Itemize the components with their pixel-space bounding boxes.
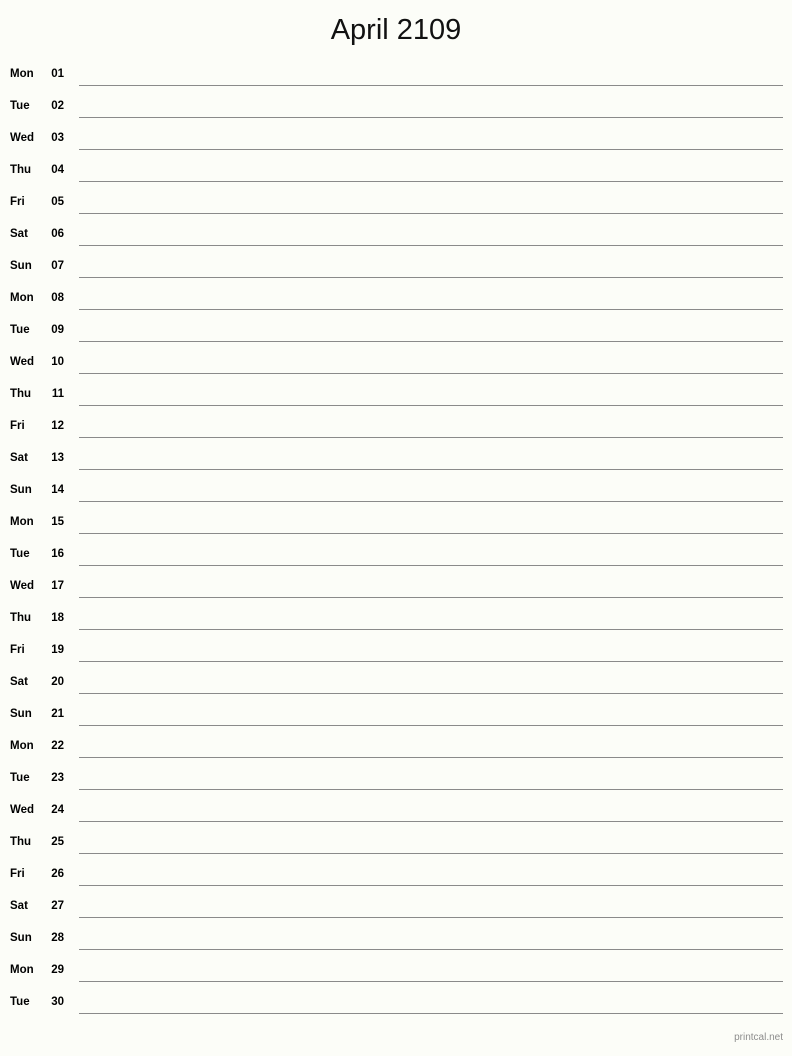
day-number: 24 (51, 804, 64, 816)
note-writing-line[interactable] (79, 917, 783, 918)
day-number: 19 (51, 644, 64, 656)
note-writing-line[interactable] (79, 117, 783, 118)
day-row: Mon 08 (0, 286, 792, 318)
note-writing-line[interactable] (79, 725, 783, 726)
day-row: Tue 16 (0, 542, 792, 574)
day-number: 21 (51, 708, 64, 720)
day-row: Mon 29 (0, 958, 792, 990)
day-row: Wed 03 (0, 126, 792, 158)
note-writing-line[interactable] (79, 213, 783, 214)
day-row-list: Mon 01 Tue 02 Wed 03 Thu 04 Fri 05 Sat 06 Sun 07 Mon 08… (0, 62, 792, 1022)
day-number: 16 (51, 548, 64, 560)
note-writing-line[interactable] (79, 853, 783, 854)
day-row: Sun 07 (0, 254, 792, 286)
day-row: Fri 12 (0, 414, 792, 446)
day-row: Wed 24 (0, 798, 792, 830)
day-number: 18 (51, 612, 64, 624)
day-number: 04 (51, 164, 64, 176)
day-number: 22 (51, 740, 64, 752)
note-writing-line[interactable] (79, 693, 783, 694)
note-writing-line[interactable] (79, 1013, 783, 1014)
note-writing-line[interactable] (79, 309, 783, 310)
note-writing-line[interactable] (79, 949, 783, 950)
note-writing-line[interactable] (79, 757, 783, 758)
day-row: Thu 11 (0, 382, 792, 414)
day-row: Tue 23 (0, 766, 792, 798)
day-number: 27 (51, 900, 64, 912)
day-row: Sat 06 (0, 222, 792, 254)
day-number: 08 (51, 292, 64, 304)
day-row: Sat 27 (0, 894, 792, 926)
note-writing-line[interactable] (79, 373, 783, 374)
day-number: 06 (51, 228, 64, 240)
day-number: 07 (51, 260, 64, 272)
day-number: 15 (51, 516, 64, 528)
day-number: 01 (51, 68, 64, 80)
day-row: Tue 09 (0, 318, 792, 350)
note-writing-line[interactable] (79, 597, 783, 598)
day-number: 11 (51, 388, 64, 400)
calendar-page: April 2109 Mon 01 Tue 02 Wed 03 Thu 04 Fri 05 Sat 0… (0, 0, 792, 1056)
note-writing-line[interactable] (79, 821, 783, 822)
day-row: Thu 18 (0, 606, 792, 638)
day-number: 13 (51, 452, 64, 464)
day-row: Thu 04 (0, 158, 792, 190)
note-writing-line[interactable] (79, 181, 783, 182)
note-writing-line[interactable] (79, 565, 783, 566)
day-number: 05 (51, 196, 64, 208)
note-writing-line[interactable] (79, 981, 783, 982)
day-number: 28 (51, 932, 64, 944)
day-number: 30 (51, 996, 64, 1008)
day-row: Tue 02 (0, 94, 792, 126)
note-writing-line[interactable] (79, 789, 783, 790)
note-writing-line[interactable] (79, 469, 783, 470)
day-number: 12 (51, 420, 64, 432)
day-number: 25 (51, 836, 64, 848)
day-number: 09 (51, 324, 64, 336)
day-number: 03 (51, 132, 64, 144)
day-row: Fri 05 (0, 190, 792, 222)
day-number: 02 (51, 100, 64, 112)
day-number: 20 (51, 676, 64, 688)
day-row: Sun 28 (0, 926, 792, 958)
note-writing-line[interactable] (79, 245, 783, 246)
day-row: Mon 22 (0, 734, 792, 766)
day-row: Tue 30 (0, 990, 792, 1022)
day-row: Wed 17 (0, 574, 792, 606)
note-writing-line[interactable] (79, 405, 783, 406)
note-writing-line[interactable] (79, 437, 783, 438)
day-number: 23 (51, 772, 64, 784)
day-number: 26 (51, 868, 64, 880)
note-writing-line[interactable] (79, 341, 783, 342)
day-row: Fri 19 (0, 638, 792, 670)
day-row: Mon 15 (0, 510, 792, 542)
note-writing-line[interactable] (79, 533, 783, 534)
note-writing-line[interactable] (79, 661, 783, 662)
day-row: Sat 20 (0, 670, 792, 702)
note-writing-line[interactable] (79, 277, 783, 278)
day-row: Sun 14 (0, 478, 792, 510)
day-number: 17 (51, 580, 64, 592)
day-number: 14 (51, 484, 64, 496)
day-row: Sun 21 (0, 702, 792, 734)
page-title: April 2109 (330, 14, 462, 46)
note-writing-line[interactable] (79, 85, 783, 86)
day-row: Wed 10 (0, 350, 792, 382)
day-number: 29 (51, 964, 64, 976)
day-row: Thu 25 (0, 830, 792, 862)
note-writing-line[interactable] (79, 149, 783, 150)
day-row: Fri 26 (0, 862, 792, 894)
footer-attribution: printcal.net (734, 1032, 783, 1043)
day-row: Sat 13 (0, 446, 792, 478)
note-writing-line[interactable] (79, 629, 783, 630)
note-writing-line[interactable] (79, 885, 783, 886)
day-row: Mon 01 (0, 62, 792, 94)
day-number: 10 (51, 356, 64, 368)
note-writing-line[interactable] (79, 501, 783, 502)
